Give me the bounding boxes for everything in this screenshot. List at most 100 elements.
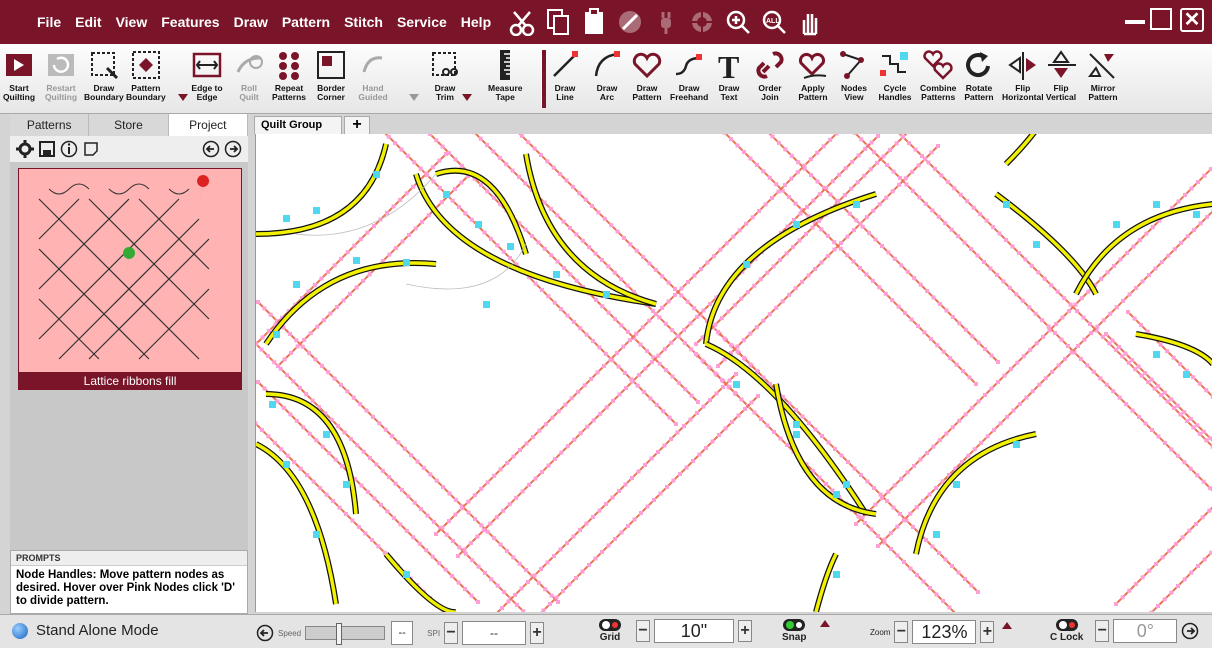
zoom-minus-button[interactable]: − [894,621,909,643]
start-quilting-button[interactable]: Start Quilting [2,48,36,102]
paste-icon[interactable] [578,6,610,38]
pattern-thumbnail[interactable] [18,168,242,390]
note-icon[interactable] [82,140,100,158]
angle-value[interactable]: 0° [1113,618,1178,643]
forward-arrow-icon[interactable] [1181,622,1199,640]
flip-horizontal-button[interactable]: Flip Horizontal [1002,48,1044,102]
spi-plus-button[interactable]: + [530,622,545,644]
menu-features[interactable]: Features [154,14,226,30]
roll-quilt-icon [232,48,266,82]
info-icon[interactable] [60,140,78,158]
tab-patterns[interactable]: Patterns [10,114,90,136]
menu-service[interactable]: Service [390,14,454,30]
scissors-icon[interactable] [506,6,538,38]
pattern-boundary-button[interactable]: Pattern Boundary [126,48,166,102]
menu-view[interactable]: View [109,14,155,30]
grid-value[interactable]: 10" [654,618,734,643]
cycle-handles-button[interactable]: Cycle Handles [878,48,912,102]
pattern-node [324,492,329,497]
minimize-button[interactable] [1124,8,1146,30]
gear-icon[interactable] [16,140,34,158]
pattern-node [1184,418,1189,423]
spi-minus-button[interactable]: − [444,622,459,644]
roll-quilt-button[interactable]: Roll Quilt [232,48,266,102]
dropdown-caret-icon[interactable] [462,94,472,101]
maximize-button[interactable] [1150,8,1172,30]
zoom-plus-button[interactable]: + [980,621,995,643]
copy-icon[interactable] [542,6,574,38]
pattern-node [530,435,535,440]
rotate-pattern-button[interactable]: Rotate Pattern [962,48,996,102]
back-arrow-icon[interactable] [202,140,220,158]
draw-arc-button[interactable]: Draw Arc [590,48,624,102]
close-window-button[interactable]: ✕ [1180,8,1204,32]
slider-thumb[interactable] [336,623,343,645]
pattern-node [1175,453,1180,458]
tab-project[interactable]: Project [168,114,248,136]
hand-icon[interactable] [794,6,826,38]
zoom-in-icon[interactable] [722,6,754,38]
draw-line-button[interactable]: Draw Line [548,48,582,102]
zoom-value[interactable]: 123% [912,620,977,644]
pattern-node [798,211,803,216]
no-entry-icon[interactable] [614,6,646,38]
menu-draw[interactable]: Draw [227,14,275,30]
combine-patterns-button[interactable]: Combine Patterns [920,48,956,102]
tab-quilt-group[interactable]: Quilt Group × [254,116,342,147]
spi-value[interactable]: -- [462,621,527,645]
draw-freehand-button[interactable]: Draw Freehand [670,48,708,102]
order-join-button[interactable]: Order Join [753,48,787,102]
angle-minus-button[interactable]: − [1095,619,1110,642]
clock-toggle-icon[interactable] [1055,618,1079,632]
zoom-caret-icon[interactable] [1002,621,1013,629]
mirror-pattern-button[interactable]: Mirror Pattern [1086,48,1120,102]
side-panel-tabs: Patterns Store Project [10,114,248,136]
pattern-node [539,287,544,292]
pattern-node [584,332,589,337]
pattern-node [597,345,602,350]
grid-toggle-icon[interactable] [598,618,622,632]
draw-boundary-button[interactable]: Draw Boundary [84,48,124,102]
snap-toggle-icon[interactable] [782,618,806,632]
measure-tape-button[interactable]: Measure Tape [488,48,523,102]
save-icon[interactable] [38,140,56,158]
edge-to-edge-button[interactable]: Edge to Edge [190,48,224,102]
draw-pattern-button[interactable]: Draw Pattern [630,48,664,102]
pattern-node [885,499,889,503]
pattern-node [765,423,770,428]
apply-pattern-button[interactable]: Apply Pattern [796,48,830,102]
draw-trim-button[interactable]: Draw Trim [428,48,462,102]
border-corner-button[interactable]: Border Corner [314,48,348,102]
toolbar-separator [541,50,546,108]
pattern-node [504,162,509,167]
menu-stitch[interactable]: Stitch [337,14,390,30]
repeat-patterns-button[interactable]: Repeat Patterns [272,48,306,102]
nodes-view-button[interactable]: Nodes View [837,48,871,102]
pattern-node [619,277,624,282]
menu-pattern[interactable]: Pattern [275,14,337,30]
tab-store[interactable]: Store [89,114,169,136]
flip-vertical-button[interactable]: Flip Vertical [1044,48,1078,102]
add-tab-button[interactable]: + [344,116,370,134]
draw-text-button[interactable]: T Draw Text [712,48,746,102]
pattern-node [870,278,875,283]
menu-file[interactable]: File [30,14,68,30]
hand-guided-button[interactable]: Hand Guided [356,48,390,102]
restart-quilting-button[interactable]: Restart Quilting [44,48,78,102]
grid-minus-button[interactable]: − [636,619,650,642]
plug-icon[interactable] [650,6,682,38]
menu-edit[interactable]: Edit [68,14,108,30]
dropdown-caret-icon[interactable] [178,94,188,101]
speed-slider[interactable] [305,623,386,645]
curve-handle [793,421,800,428]
quilt-canvas[interactable] [255,134,1212,612]
dropdown-caret-icon[interactable] [409,94,419,101]
grid-plus-button[interactable]: + [738,619,752,642]
forward-arrow-icon[interactable] [224,140,242,158]
menu-help[interactable]: Help [454,14,498,30]
zoom-all-icon[interactable]: ALL [758,6,790,38]
back-arrow-icon[interactable] [256,624,274,642]
pattern-node [748,362,753,367]
crosshair-icon[interactable] [686,6,718,38]
snap-caret-icon[interactable] [820,620,831,627]
